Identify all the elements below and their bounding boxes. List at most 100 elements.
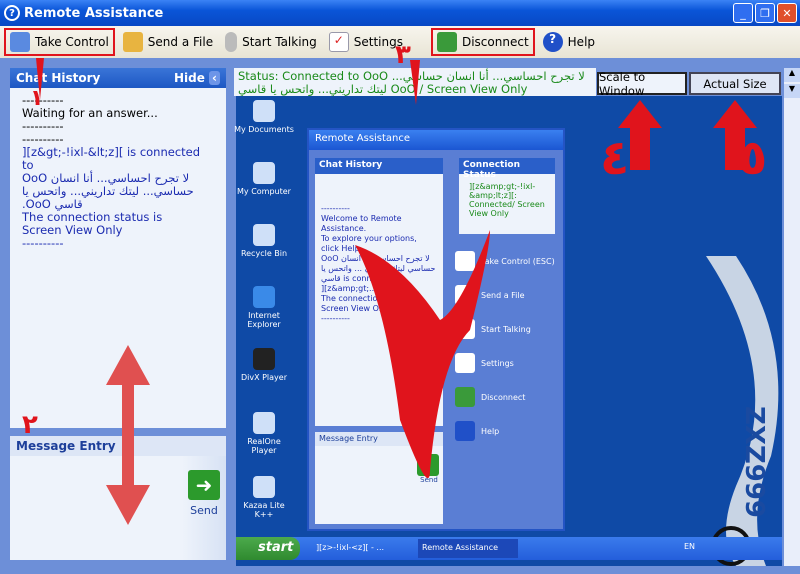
- inner-message-entry: Message Entry Send: [315, 432, 443, 524]
- hide-button[interactable]: Hide ‹: [174, 71, 220, 85]
- send-file-button[interactable]: Send a File: [119, 28, 217, 56]
- svg-text:ZXZ999: ZXZ999: [739, 406, 769, 518]
- take-control-icon: [10, 32, 30, 52]
- desktop-icon: Recycle Bin: [234, 224, 294, 258]
- send-label: Send: [190, 504, 218, 517]
- window-title: Remote Assistance: [24, 5, 164, 21]
- folder-icon: [253, 100, 275, 122]
- label: Start Talking: [481, 324, 531, 334]
- taskbar-task[interactable]: ][z>-!ixl-<z][ - ...: [312, 539, 412, 558]
- help-icon: ?: [542, 32, 563, 52]
- label: Send a File: [481, 290, 525, 300]
- label: Send: [420, 476, 438, 484]
- internet-explorer-icon: [253, 286, 275, 308]
- send-file-icon: [122, 32, 143, 52]
- inner-send-button[interactable]: Send: [417, 454, 441, 484]
- label: Take Control (ESC): [481, 256, 555, 266]
- inner-settings-button[interactable]: Settings: [455, 346, 555, 380]
- desktop-icon: Internet Explorer: [234, 286, 294, 329]
- scroll-down-icon[interactable]: ▼: [784, 84, 800, 98]
- label: Start Talking: [242, 35, 317, 49]
- stop-icon: [455, 251, 475, 271]
- inner-status-title: Connection Status: [459, 158, 555, 180]
- label: Send a File: [147, 35, 214, 49]
- desktop-icon: My Computer: [234, 162, 294, 196]
- send-button[interactable]: ➜ Send: [182, 456, 226, 560]
- chat-line: ----------: [22, 236, 64, 250]
- desktop-icon: DivX Player: [234, 348, 294, 382]
- inner-chat-title: Chat History: [315, 158, 443, 174]
- label: Disconnect: [481, 392, 526, 402]
- start-button[interactable]: start: [236, 537, 300, 560]
- icon-label: Kazaa Lite K++: [243, 501, 285, 519]
- message-entry-panel: Message Entry ➜ Send: [10, 436, 226, 560]
- maximize-button[interactable]: ❐: [755, 3, 775, 23]
- label: Take Control: [35, 35, 109, 49]
- take-control-button[interactable]: Take Control: [4, 28, 115, 56]
- inner-status-text: ][z&amp;gt;-!ixl-&amp;lt;z][: Connected/…: [469, 182, 545, 218]
- actual-size-button[interactable]: Actual Size: [689, 72, 781, 95]
- divx-icon: [253, 348, 275, 370]
- arrow-right-icon: ➜: [188, 470, 220, 500]
- recycle-bin-icon: [253, 224, 275, 246]
- inner-take-control-button[interactable]: Take Control (ESC): [455, 244, 555, 278]
- disconnect-icon: [436, 32, 457, 52]
- desktop-icon: Kazaa Lite K++: [234, 476, 294, 519]
- inner-disconnect-button[interactable]: Disconnect: [455, 380, 555, 414]
- taskbar-task[interactable]: Remote Assistance: [418, 539, 518, 558]
- disconnect-icon: [455, 387, 475, 407]
- icon-label: My Documents: [234, 125, 294, 134]
- status-text: Status: Connected to OoO لا تجرح احساسي.…: [234, 68, 596, 96]
- title-bar: ? Remote Assistance: [0, 0, 800, 26]
- chat-line: ][z&gt;-!ixl-&lt;z][ is connected to: [22, 145, 201, 172]
- inner-help-button[interactable]: Help: [455, 414, 555, 448]
- computer-icon: [253, 162, 275, 184]
- help-button[interactable]: ? Help: [539, 28, 599, 56]
- desktop-icon: RealOne Player: [234, 412, 294, 455]
- settings-icon: [455, 353, 475, 373]
- icon-label: My Computer: [237, 187, 291, 196]
- wallpaper-logo: ZXZ999: [706, 256, 779, 566]
- chat-history-panel: Chat History Hide ‹ ---------- Waiting fo…: [10, 68, 226, 428]
- icon-label: RealOne Player: [247, 437, 281, 455]
- realone-icon: [253, 412, 275, 434]
- inner-send-file-button[interactable]: Send a File: [455, 278, 555, 312]
- label: Disconnect: [461, 35, 529, 49]
- hide-label: Hide: [173, 71, 205, 85]
- kazaa-icon: [253, 476, 275, 498]
- minimize-button[interactable]: _: [733, 3, 753, 23]
- arrow-right-icon: [417, 454, 439, 476]
- chat-history-log[interactable]: ---------- Waiting for an answer... ----…: [10, 88, 226, 428]
- icon-label: Recycle Bin: [240, 249, 288, 258]
- inner-chat-panel: Chat History ---------- Welcome to Remot…: [315, 158, 443, 426]
- help-icon: [455, 421, 475, 441]
- icon-label: DivX Player: [240, 373, 288, 382]
- annotation-number: ٥: [738, 130, 768, 186]
- disconnect-button[interactable]: Disconnect: [430, 28, 535, 56]
- inner-chat-log: ---------- Welcome to Remote Assistance.…: [321, 204, 436, 323]
- annotation-number: ٣: [395, 40, 411, 70]
- inner-remote-assistance-window: Remote Assistance Chat History ---------…: [307, 128, 565, 531]
- scale-to-window-button[interactable]: Scale to Window: [597, 70, 687, 98]
- annotation-number: ٤: [600, 130, 630, 186]
- close-button[interactable]: ✕: [777, 3, 797, 23]
- label: Settings: [481, 358, 514, 368]
- language-indicator[interactable]: EN: [684, 542, 695, 551]
- chevron-left-icon: ‹: [209, 71, 220, 85]
- inner-connection-status: Connection Status ][z&amp;gt;-!ixl-&amp;…: [459, 158, 555, 234]
- message-input[interactable]: [10, 456, 182, 560]
- vertical-scrollbar[interactable]: ▲ ▼: [784, 68, 800, 566]
- send-file-icon: [455, 285, 475, 305]
- chat-history-title: Chat History: [16, 71, 101, 85]
- start-talking-button[interactable]: Start Talking: [221, 28, 321, 56]
- inner-msg-title: Message Entry: [315, 432, 443, 446]
- inner-start-talking-button[interactable]: Start Talking: [455, 312, 555, 346]
- microphone-icon: [455, 319, 475, 339]
- help-circle-icon: ?: [4, 5, 20, 21]
- desktop-icon: My Documents: [234, 100, 294, 134]
- scroll-up-icon[interactable]: ▲: [784, 68, 800, 82]
- taskbar: start ][z>-!ixl-<z][ - ... Remote Assist…: [236, 537, 782, 560]
- message-entry-title: Message Entry: [16, 439, 116, 453]
- label: Help: [567, 35, 596, 49]
- icon-label: Internet Explorer: [247, 311, 281, 329]
